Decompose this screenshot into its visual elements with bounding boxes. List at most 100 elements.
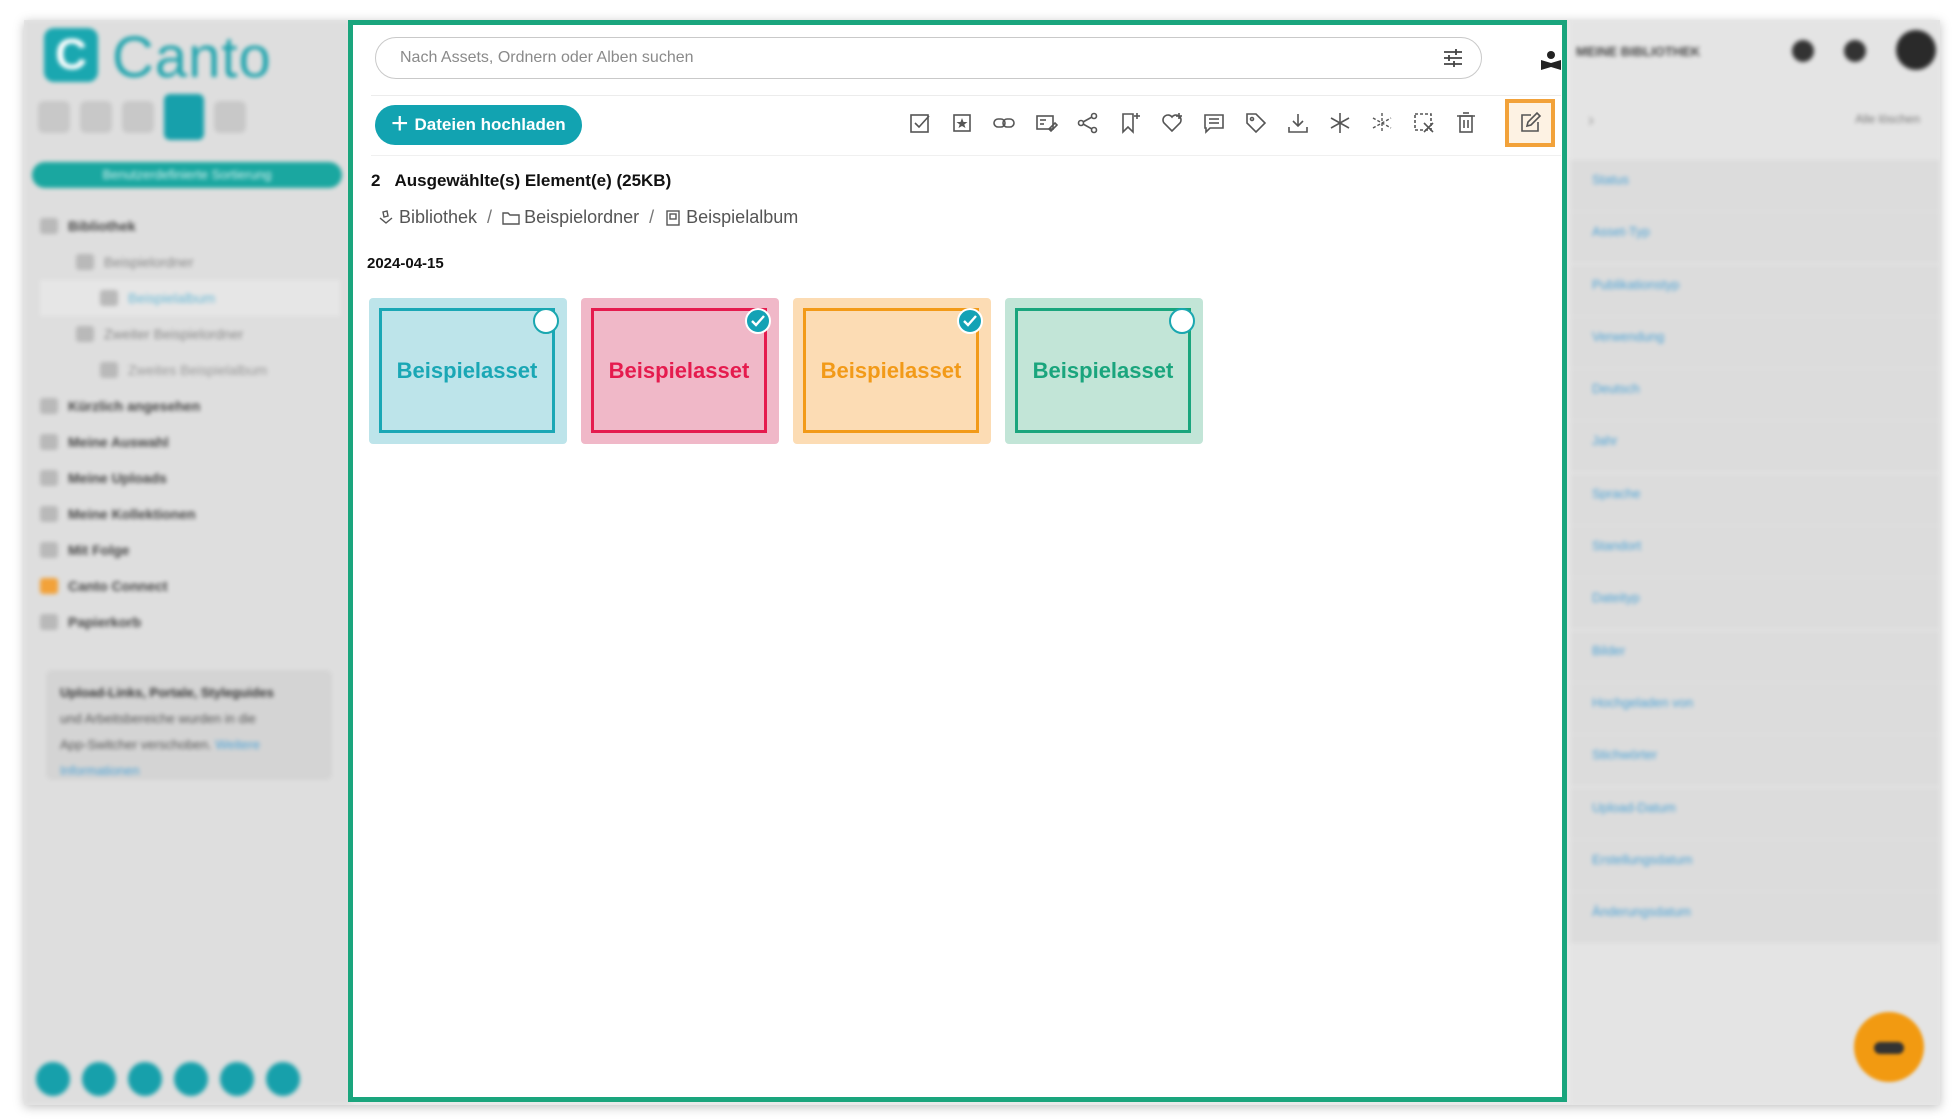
select-checkbox[interactable] — [745, 308, 771, 334]
upload-files-button[interactable]: + Dateien hochladen — [375, 105, 582, 145]
sidebar-item-following[interactable]: Mit Folge — [40, 532, 340, 568]
sidebar-item-label: Zweites Beispielalbum — [128, 362, 268, 378]
chat-icon[interactable] — [220, 1062, 254, 1096]
freeze-button[interactable] — [1326, 109, 1354, 137]
folder-icon — [502, 211, 520, 225]
copy-link-button[interactable] — [990, 109, 1018, 137]
add-to-favorites-button[interactable] — [1158, 109, 1186, 137]
edit-button[interactable] — [1505, 99, 1555, 147]
asset-tile[interactable]: Beispielasset — [1005, 298, 1203, 444]
breadcrumb-item-library[interactable]: Bibliothek — [399, 207, 477, 228]
left-sidebar: C Canto Benutzerdefinierte Sortierung Bi… — [24, 20, 350, 1105]
favorite-button[interactable] — [948, 109, 976, 137]
action-icon[interactable] — [36, 1062, 70, 1096]
upload-label: Dateien hochladen — [414, 115, 566, 134]
filter-item[interactable]: Status — [1570, 160, 1940, 211]
asset-tile[interactable]: Beispielasset — [581, 298, 779, 444]
upload-icon — [40, 470, 58, 486]
sidebar-item-recent[interactable]: Kürzlich angesehen — [40, 388, 340, 424]
sidebar-item-selection[interactable]: Meine Auswahl — [40, 424, 340, 460]
edit-icon — [1521, 111, 1542, 132]
chevron-right-icon[interactable]: › — [1588, 110, 1594, 131]
filter-item[interactable]: Stichwörter — [1570, 735, 1940, 787]
search-input[interactable]: Nach Assets, Ordnern oder Alben suchen — [375, 37, 1482, 79]
selection-summary: 2 Ausgewählte(s) Element(e) (25KB) — [371, 171, 671, 191]
filter-item[interactable]: Upload-Datum — [1570, 787, 1940, 839]
download-button[interactable] — [1284, 109, 1312, 137]
asset-tile[interactable]: Beispielasset — [793, 298, 991, 444]
filter-item[interactable]: Dateityp — [1570, 578, 1940, 630]
sidebar-item-album-2[interactable]: Zweites Beispielalbum — [40, 352, 340, 388]
filter-item[interactable]: Bilder — [1570, 630, 1940, 682]
reader-icon[interactable] — [1540, 49, 1562, 71]
breadcrumb: Bibliothek / Beispielordner / Beispielal… — [377, 207, 798, 228]
sidebar-item-label: Beispielordner — [104, 254, 194, 270]
filter-item[interactable]: Änderungsdatum — [1570, 892, 1940, 944]
filter-item[interactable]: Sprache — [1570, 473, 1940, 525]
deselect-button[interactable] — [1410, 109, 1438, 137]
album-icon — [100, 362, 118, 378]
filter-item[interactable]: Deutsch — [1570, 369, 1940, 421]
help-icon[interactable] — [1792, 40, 1814, 62]
note-line: Upload-Links, Portale, Styleguides — [60, 685, 274, 700]
sidebar-item-folder-2[interactable]: Zweiter Beispielordner — [40, 316, 340, 352]
filter-panel: MEINE BIBLIOTHEK › Alle löschen Status A… — [1570, 20, 1940, 1105]
library-switch[interactable]: MEINE BIBLIOTHEK — [1576, 44, 1700, 59]
select-checkbox[interactable] — [533, 308, 559, 334]
select-all-button[interactable] — [906, 109, 934, 137]
layout-icon[interactable] — [122, 101, 154, 133]
library-icon — [40, 218, 58, 234]
filter-item[interactable]: Asset-Typ — [1570, 212, 1940, 264]
action-icon[interactable] — [128, 1062, 162, 1096]
bell-icon[interactable] — [1844, 40, 1866, 62]
filter-item[interactable]: Publikationstyp — [1570, 264, 1940, 316]
select-checkbox[interactable] — [1169, 308, 1195, 334]
share-icon[interactable] — [174, 1062, 208, 1096]
avatar[interactable] — [1896, 30, 1936, 70]
sidebar-item-folder[interactable]: Beispielordner — [40, 244, 340, 280]
comments-button[interactable] — [1200, 109, 1228, 137]
canto-logo-icon: C — [44, 28, 98, 82]
tag-button[interactable] — [1242, 109, 1270, 137]
selection-count: 2 — [371, 171, 381, 190]
link-icon — [993, 118, 1015, 128]
apps-icon[interactable] — [266, 1062, 300, 1096]
sidebar-item-trash[interactable]: Papierkorb — [40, 604, 340, 640]
snowflake-off-icon — [1372, 113, 1392, 133]
select-checkbox[interactable] — [957, 308, 983, 334]
filter-item[interactable]: Standort — [1570, 526, 1940, 578]
share-button[interactable] — [1074, 109, 1102, 137]
main-content-panel: Nach Assets, Ordnern oder Alben suchen +… — [348, 20, 1567, 1102]
asset-grid: Beispielasset Beispielasset Beispielasse… — [369, 298, 1203, 444]
filter-sliders-icon[interactable] — [1443, 49, 1463, 67]
metadata-button[interactable] — [1032, 109, 1060, 137]
back-icon[interactable] — [38, 101, 70, 133]
breadcrumb-item-album[interactable]: Beispielalbum — [686, 207, 798, 228]
grid-icon[interactable] — [80, 101, 112, 133]
folder-icon — [76, 326, 94, 342]
sidebar-item-label: Papierkorb — [68, 614, 142, 630]
unfreeze-button[interactable] — [1368, 109, 1396, 137]
sidebar-item-label: Beispielalbum — [128, 290, 216, 306]
action-icon[interactable] — [82, 1062, 116, 1096]
clear-filters-link[interactable]: Alle löschen — [1855, 112, 1920, 126]
library-tree-icon[interactable] — [164, 94, 204, 140]
search-placeholder: Nach Assets, Ordnern oder Alben suchen — [400, 49, 694, 66]
filter-item[interactable]: Erstellungsdatum — [1570, 839, 1940, 891]
delete-button[interactable] — [1452, 109, 1480, 137]
sidebar-item-uploads[interactable]: Meine Uploads — [40, 460, 340, 496]
asset-tile[interactable]: Beispielasset — [369, 298, 567, 444]
bookmark-button[interactable] — [1116, 109, 1144, 137]
filter-item[interactable]: Jahr — [1570, 421, 1940, 473]
filter-item[interactable]: Hochgeladen von — [1570, 682, 1940, 734]
sidebar-item-collections[interactable]: Meine Kollektionen — [40, 496, 340, 532]
sidebar-item-connect[interactable]: Canto Connect — [40, 568, 340, 604]
chat-fab-button[interactable] — [1854, 1012, 1924, 1082]
sort-selector[interactable]: Benutzerdefinierte Sortierung — [32, 162, 342, 188]
filter-item[interactable]: Verwendung — [1570, 316, 1940, 368]
sidebar-item-album[interactable]: Beispielalbum — [40, 280, 340, 316]
sidebar-item-label: Meine Auswahl — [68, 434, 169, 450]
breadcrumb-item-folder[interactable]: Beispielordner — [524, 207, 639, 228]
sync-icon[interactable] — [214, 101, 246, 133]
sidebar-item-library[interactable]: Bibliothek — [40, 208, 340, 244]
